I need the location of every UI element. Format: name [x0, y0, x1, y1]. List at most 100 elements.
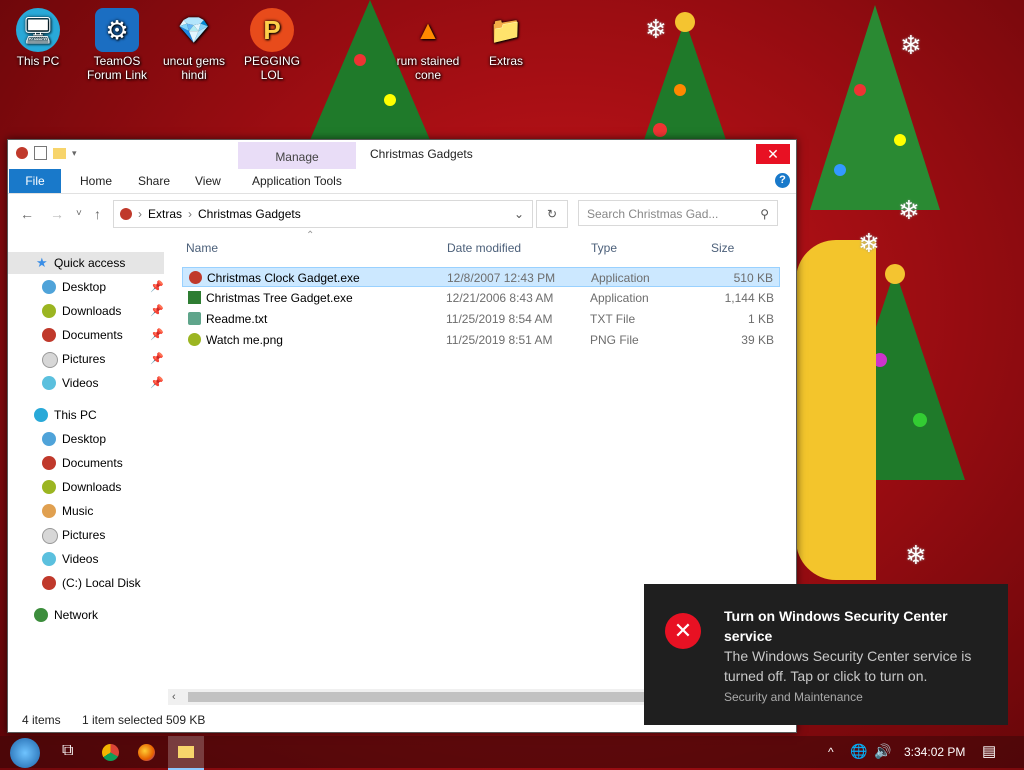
exe-file-icon [189, 271, 202, 284]
tab-share[interactable]: Share [128, 169, 180, 193]
notification-title: Turn on Windows Security Center service [724, 608, 948, 644]
selection-size: 509 KB [166, 713, 206, 727]
item-count: 4 items [22, 713, 61, 727]
folder-icon: 📁 [489, 14, 523, 45]
nav-pc-downloads[interactable]: Downloads [8, 476, 164, 498]
desktop-icon-extras[interactable]: 📁 Extras [470, 8, 542, 69]
pictures-icon [42, 352, 58, 368]
nav-network[interactable]: Network [8, 604, 164, 626]
clock[interactable]: 3:34:02 PM [904, 745, 965, 759]
action-center-icon[interactable]: ▤ [982, 742, 996, 760]
title-bar[interactable]: ▾ Manage Christmas Gadgets ✕ [8, 140, 796, 169]
desktop-icon-rum-stained-cone[interactable]: ▲ rum stained cone [392, 8, 464, 83]
nav-pc-videos[interactable]: Videos [8, 548, 164, 570]
tab-manage[interactable]: Manage [238, 142, 356, 169]
chrome-icon[interactable] [102, 744, 119, 761]
column-header-size[interactable]: Size [711, 236, 734, 260]
breadcrumb-separator-icon: › [188, 207, 193, 221]
address-dropdown-icon[interactable]: ⌄ [514, 207, 524, 221]
refresh-button[interactable]: ↻ [536, 200, 568, 228]
pin-icon: 📌 [150, 305, 164, 317]
disk-icon [42, 576, 56, 590]
nav-quick-desktop[interactable]: Desktop 📌 [8, 276, 164, 298]
computer-icon [34, 408, 48, 422]
column-header-type[interactable]: Type [591, 236, 617, 260]
breadcrumb-christmas-gadgets[interactable]: Christmas Gadgets [198, 207, 301, 221]
file-row[interactable]: Christmas Tree Gadget.exe 12/21/2006 8:4… [182, 288, 780, 308]
show-hidden-icons-chevron-icon[interactable]: ^ [828, 745, 834, 759]
pin-icon: 📌 [150, 281, 164, 293]
scrollbar-thumb[interactable] [188, 692, 648, 702]
snowflake-decoration: ❄ [898, 195, 920, 225]
breadcrumb-extras[interactable]: Extras [148, 207, 182, 221]
task-view-icon[interactable]: ⧉ [62, 742, 73, 760]
p-logo-icon: P [250, 8, 294, 52]
security-notification[interactable]: ✕ Turn on Windows Security Center servic… [644, 584, 1008, 725]
quick-access-toolbar: ▾ [16, 146, 77, 160]
christmas-tree-decoration [800, 0, 950, 223]
downloads-icon [42, 480, 56, 494]
desktop-icon [42, 432, 56, 446]
desktop-icon-pegging-lol[interactable]: P PEGGING LOL [236, 8, 308, 82]
properties-icon[interactable] [34, 146, 47, 160]
nav-quick-access[interactable]: ★ Quick access [8, 252, 164, 274]
nav-pc-documents[interactable]: Documents [8, 452, 164, 474]
snowflake-decoration: ❄ [900, 30, 922, 60]
recent-locations-chevron-icon[interactable]: ˅ [76, 208, 82, 219]
computer-icon: 🖥 [16, 8, 60, 52]
tab-application-tools[interactable]: Application Tools [242, 169, 352, 193]
tree-exe-file-icon [188, 291, 201, 304]
notification-source: Security and Maintenance [724, 690, 863, 704]
nav-pc-pictures[interactable]: Pictures [8, 524, 164, 546]
column-header-date[interactable]: Date modified [447, 236, 521, 260]
tab-file[interactable]: File [9, 169, 61, 193]
app-icon [16, 147, 28, 159]
tab-view[interactable]: View [185, 169, 231, 193]
diamond-icon: 💎 [177, 14, 211, 45]
nav-pc-local-disk[interactable]: (C:) Local Disk [8, 572, 164, 594]
file-row[interactable]: Readme.txt 11/25/2019 8:54 AM TXT File 1… [182, 309, 780, 329]
documents-icon [42, 328, 56, 342]
star-icon: ★ [36, 255, 48, 270]
pin-icon: 📌 [150, 329, 164, 341]
chevron-down-icon[interactable]: ▾ [72, 148, 77, 159]
address-bar[interactable]: › Extras › Christmas Gadgets ⌄ [113, 200, 533, 228]
tab-home[interactable]: Home [70, 169, 122, 193]
downloads-icon [42, 304, 56, 318]
desktop-icon-uncut-gems[interactable]: 💎 uncut gems hindi [158, 8, 230, 83]
refresh-icon: ↻ [546, 207, 558, 221]
nav-quick-videos[interactable]: Videos 📌 [8, 372, 164, 394]
file-row[interactable]: Watch me.png 11/25/2019 8:51 AM PNG File… [182, 330, 780, 350]
forward-arrow-icon[interactable]: → [50, 206, 64, 222]
desktop-icon [42, 280, 56, 294]
scroll-left-icon[interactable]: ‹ [172, 689, 176, 705]
new-folder-icon[interactable] [53, 147, 66, 159]
desktop-icon-teamos[interactable]: ⚙ TeamOS Forum Link [81, 8, 153, 82]
file-explorer-taskbar-button[interactable] [168, 736, 204, 770]
videos-icon [42, 376, 56, 390]
pin-icon: 📌 [150, 377, 164, 389]
column-header-name[interactable]: Name [186, 236, 218, 260]
up-arrow-icon[interactable]: ↑ [94, 206, 101, 222]
nav-pc-music[interactable]: Music [8, 500, 164, 522]
music-icon [42, 504, 56, 518]
file-row[interactable]: Christmas Clock Gadget.exe 12/8/2007 12:… [182, 267, 780, 287]
close-button[interactable]: ✕ [756, 144, 790, 164]
network-icon [34, 608, 48, 622]
desktop-icon-this-pc[interactable]: 🖥 This PC [2, 8, 74, 68]
nav-quick-downloads[interactable]: Downloads 📌 [8, 300, 164, 322]
nav-this-pc[interactable]: This PC [8, 404, 164, 426]
sort-ascending-icon: ⌃ [306, 230, 315, 241]
volume-icon[interactable]: 🔊 [874, 743, 891, 760]
nav-quick-documents[interactable]: Documents 📌 [8, 324, 164, 346]
search-input[interactable]: Search Christmas Gad... ⚲ [578, 200, 778, 226]
breadcrumb-separator-icon: › [138, 207, 142, 221]
location-icon [120, 208, 132, 220]
back-arrow-icon[interactable]: ← [20, 206, 34, 222]
firefox-icon[interactable] [138, 744, 155, 761]
nav-quick-pictures[interactable]: Pictures 📌 [8, 348, 164, 370]
help-icon[interactable]: ? [775, 173, 790, 188]
nav-pc-desktop[interactable]: Desktop [8, 428, 164, 450]
start-button[interactable] [6, 736, 46, 768]
network-globe-icon[interactable]: 🌐 [850, 743, 867, 760]
